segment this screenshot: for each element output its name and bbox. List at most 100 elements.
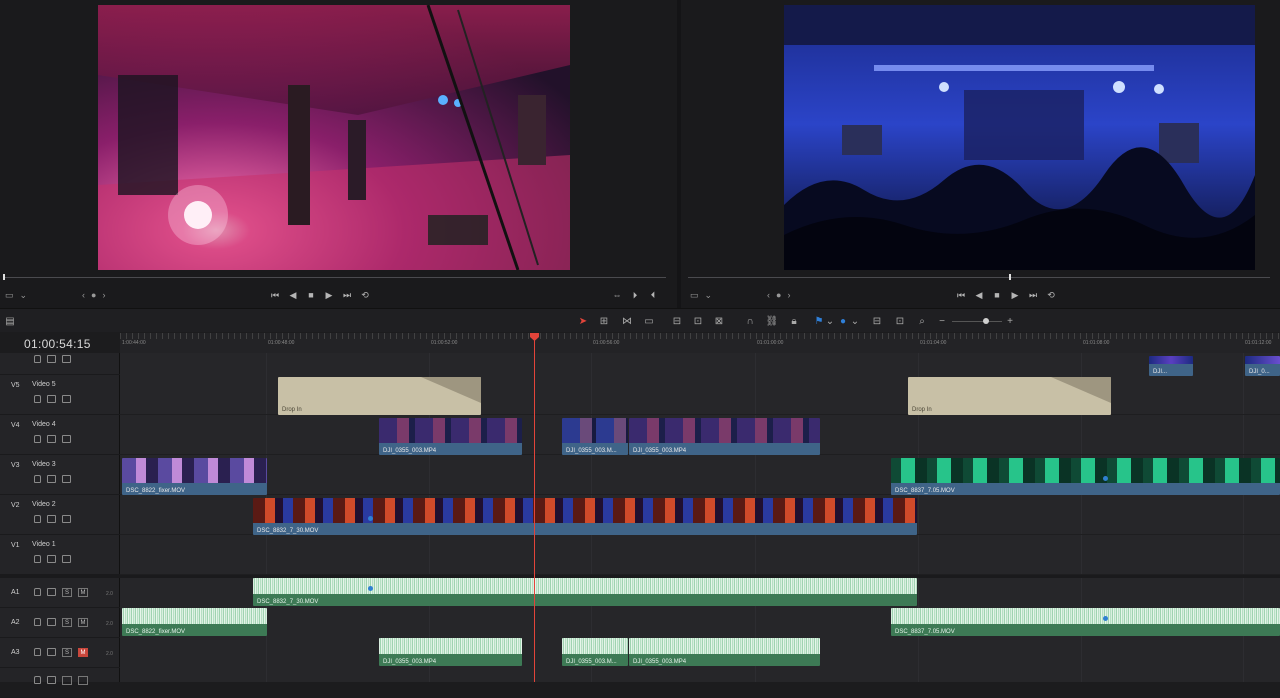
blade-tool-icon[interactable]: ▭: [642, 314, 656, 328]
video-clip[interactable]: DSC_8837_7.05.MOV: [891, 458, 1280, 495]
title-clip[interactable]: Drop In: [278, 377, 481, 415]
track-name[interactable]: Video 3: [32, 461, 56, 468]
audio-clip[interactable]: DSC_8822_fixer.MOV: [122, 608, 267, 636]
auto-select-icon[interactable]: [47, 355, 56, 363]
first-frame-icon[interactable]: ⏮: [270, 290, 280, 300]
clip-marker[interactable]: [368, 586, 373, 591]
timeline-tracks[interactable]: DJI... DJI_0... Drop In Drop In DJI_0355…: [120, 353, 1280, 682]
auto-select-icon[interactable]: [47, 395, 56, 403]
track-name[interactable]: Video 4: [32, 421, 56, 428]
timeline-viewer[interactable]: [784, 5, 1255, 270]
clip-marker[interactable]: [1103, 616, 1108, 621]
audio-clip[interactable]: DJI_0355_003.MP4: [379, 638, 522, 666]
track-visibility-icon[interactable]: [62, 355, 71, 363]
mute-button[interactable]: M: [78, 588, 88, 597]
title-clip[interactable]: Drop In: [908, 377, 1111, 415]
auto-select-icon[interactable]: [47, 618, 56, 626]
chevron-down-icon[interactable]: ⌄: [20, 290, 28, 301]
lock-icon[interactable]: [34, 355, 41, 363]
video-clip[interactable]: DSC_8832_7_30.MOV: [253, 498, 917, 535]
zoom-full-icon[interactable]: ⊟: [870, 314, 884, 328]
mute-button[interactable]: M: [78, 618, 88, 627]
zoom-custom-icon[interactable]: ⌕: [915, 314, 929, 328]
track-header-a1[interactable]: A1 S M 2.0: [0, 578, 120, 608]
solo-button[interactable]: S: [62, 588, 72, 597]
mute-button[interactable]: [78, 676, 88, 685]
selection-tool-icon[interactable]: ➤: [576, 314, 590, 328]
mark-in-icon[interactable]: ⏵: [630, 290, 640, 300]
chevron-down-icon[interactable]: ⌄: [848, 314, 862, 328]
zoom-detail-icon[interactable]: ⊡: [893, 314, 907, 328]
match-frame-icon[interactable]: ⇔: [612, 290, 622, 300]
track-header-a3[interactable]: A3 S M 2.0: [0, 638, 120, 668]
source-scrubber-head[interactable]: [3, 274, 5, 280]
play-icon[interactable]: ▶: [1010, 290, 1020, 300]
clip-marker[interactable]: [1103, 476, 1108, 481]
jog-right-icon[interactable]: ›: [787, 290, 790, 300]
solo-button[interactable]: S: [62, 618, 72, 627]
loop-icon[interactable]: ⟲: [1046, 290, 1056, 300]
lock-icon[interactable]: [34, 618, 41, 626]
zoom-slider-handle[interactable]: [983, 318, 989, 324]
mark-out-icon[interactable]: ⏴: [648, 290, 658, 300]
lock-icon[interactable]: [34, 515, 41, 523]
track-name[interactable]: Video 1: [32, 541, 56, 548]
track-name[interactable]: Video 5: [32, 381, 56, 388]
timeline-ruler[interactable]: 1:00:44:00 01:00:48:00 01:00:52:00 01:00…: [120, 333, 1280, 354]
jog-left-icon[interactable]: ‹: [767, 290, 770, 300]
timeline-jog[interactable]: ‹ ● ›: [767, 290, 790, 300]
playhead-line[interactable]: [534, 333, 535, 682]
track-header-v3[interactable]: V3 Video 3: [0, 455, 120, 495]
dynamic-trim-icon[interactable]: ⋈: [620, 314, 634, 328]
track-header-v1[interactable]: V1 Video 1: [0, 535, 120, 575]
chevron-down-icon[interactable]: ⌄: [705, 290, 713, 301]
zoom-out-icon[interactable]: −: [935, 314, 949, 328]
video-clip[interactable]: DJI_0...: [1245, 356, 1280, 376]
play-reverse-icon[interactable]: ◀: [974, 290, 984, 300]
last-frame-icon[interactable]: ⏭: [1028, 290, 1038, 300]
replace-clip-icon[interactable]: ⊠: [712, 314, 726, 328]
auto-select-icon[interactable]: [47, 648, 56, 656]
track-header-v2[interactable]: V2 Video 2: [0, 495, 120, 535]
video-clip[interactable]: DJI...: [1149, 356, 1193, 376]
insert-clip-icon[interactable]: ⊟: [670, 314, 684, 328]
audio-clip[interactable]: DSC_8837_7.05.MOV: [891, 608, 1280, 636]
trim-tool-icon[interactable]: ⊞: [597, 314, 611, 328]
track-header-v4[interactable]: V4 Video 4: [0, 415, 120, 455]
play-reverse-icon[interactable]: ◀: [288, 290, 298, 300]
lock-icon[interactable]: [34, 676, 41, 684]
video-clip[interactable]: DJI_0355_003.MP4: [379, 418, 522, 455]
source-jog[interactable]: ‹ ● ›: [82, 290, 105, 300]
loop-icon[interactable]: ⟲: [360, 290, 370, 300]
auto-select-icon[interactable]: [47, 555, 56, 563]
track-header-v6[interactable]: [0, 335, 120, 375]
last-frame-icon[interactable]: ⏭: [342, 290, 352, 300]
auto-select-icon[interactable]: [47, 676, 56, 684]
clip-marker[interactable]: [368, 516, 373, 521]
first-frame-icon[interactable]: ⏮: [956, 290, 966, 300]
source-view-options[interactable]: ▭ ⌄: [5, 290, 27, 301]
timeline-scrubber-head[interactable]: [1009, 274, 1011, 280]
stop-icon[interactable]: ■: [992, 290, 1002, 300]
solo-button[interactable]: [62, 676, 72, 685]
viewer-mode-icon[interactable]: ▭: [5, 290, 14, 301]
lock-icon[interactable]: [34, 555, 41, 563]
play-icon[interactable]: ▶: [324, 290, 334, 300]
track-header-a4[interactable]: [0, 668, 120, 698]
audio-clip[interactable]: DSC_8832_7_30.MOV: [253, 578, 917, 606]
auto-select-icon[interactable]: [47, 435, 56, 443]
timeline-view-options[interactable]: ▭ ⌄: [690, 290, 712, 301]
snapping-icon[interactable]: ∩: [743, 314, 757, 328]
audio-clip[interactable]: DJI_0355_003.M...: [562, 638, 628, 666]
timeline-scrubber[interactable]: [688, 277, 1270, 278]
lock-icon[interactable]: [34, 395, 41, 403]
track-visibility-icon[interactable]: [62, 395, 71, 403]
track-header-a2[interactable]: A2 S M 2.0: [0, 608, 120, 638]
audio-clip[interactable]: DJI_0355_003.MP4: [629, 638, 820, 666]
track-visibility-icon[interactable]: [62, 555, 71, 563]
stop-icon[interactable]: ■: [306, 290, 316, 300]
lock-icon[interactable]: [34, 588, 41, 596]
source-viewer[interactable]: [98, 5, 570, 270]
linked-selection-icon[interactable]: ⛓: [765, 314, 779, 328]
source-scrubber[interactable]: [4, 277, 666, 278]
